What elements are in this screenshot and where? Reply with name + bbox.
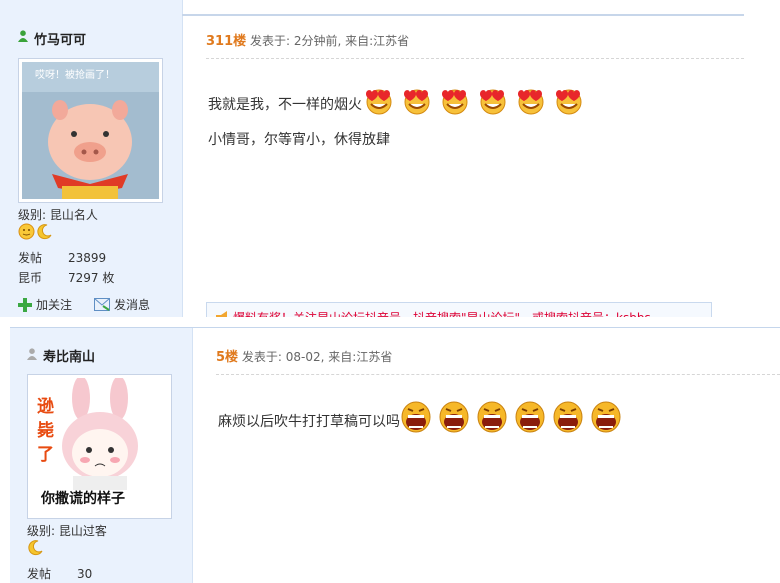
content-line-1: 我就是我，不一样的烟火 [208, 84, 590, 126]
level-label: 级别: [18, 208, 47, 222]
coins-count: 7297 枚 [68, 271, 115, 285]
posted-prefix: 发表于: [241, 350, 282, 364]
username[interactable]: 竹马可可 [34, 29, 86, 48]
love-heart-face-icon [362, 84, 394, 126]
floor-number[interactable]: 311楼 [206, 34, 246, 49]
avatar-pig-image [22, 62, 159, 199]
svg-text:毙: 毙 [37, 420, 54, 441]
posts-label: 发帖 [27, 567, 52, 581]
love-heart-face-icon [400, 84, 432, 126]
from-value: 江苏省 [356, 350, 393, 364]
megaphone-icon [216, 311, 227, 317]
moon-rank-icon [28, 540, 43, 556]
from-value: 江苏省 [373, 34, 410, 48]
love-heart-face-icon [514, 84, 546, 126]
rank-icons [18, 223, 53, 240]
post-top-border [182, 14, 744, 16]
svg-text:了: 了 [37, 445, 54, 465]
avatar-caption: 你撒谎的样子 [41, 491, 125, 507]
content-text: 我就是我，不一样的烟火 [208, 97, 362, 113]
level-value: 昆山名人 [49, 208, 98, 222]
level-label: 级别: [27, 524, 56, 538]
love-heart-face-icon [476, 84, 508, 126]
send-message-button[interactable]: 发消息 [94, 296, 150, 313]
rank-icons [27, 539, 44, 560]
follow-label: 加关注 [36, 298, 73, 312]
envelope-icon [94, 298, 110, 311]
shouting-face-icon [590, 400, 622, 444]
shouting-face-icon [438, 400, 470, 444]
moon-rank-icon [37, 224, 52, 240]
username[interactable]: 寿比南山 [43, 346, 95, 365]
user-online-icon [18, 30, 28, 42]
divider [206, 58, 744, 59]
sun-rank-icon [18, 223, 35, 240]
follow-button[interactable]: 加关注 [18, 296, 72, 313]
user-offline-icon [27, 348, 37, 360]
emoticon-row [400, 401, 628, 433]
posts-count: 23899 [68, 251, 107, 265]
posted-time: 2分钟前 [293, 34, 338, 48]
posts-count: 30 [77, 567, 93, 581]
shouting-face-icon [400, 400, 432, 444]
avatar-caption: 哎呀！被抢画了！ [35, 70, 115, 81]
post-content: 我就是我，不一样的烟火 小情哥，尔等宵小，休得放肆 [208, 84, 590, 154]
divider [216, 374, 780, 375]
ad-text: 爆料有奖！关注昆山论坛抖音号，抖音搜索"昆山论坛"，或搜索抖音号：ksbbs [233, 309, 651, 317]
post-5: 寿比南山 逊 毙 了 你撒谎的样子 级别: 昆山过客 发帖 30 5楼 发表于: … [10, 327, 780, 583]
from-label: , 来自: [320, 350, 357, 364]
posted-prefix: 发表于: [249, 34, 291, 48]
message-label: 发消息 [114, 298, 151, 312]
shouting-face-icon [476, 400, 508, 444]
love-heart-face-icon [552, 84, 584, 126]
level-value: 昆山过客 [58, 524, 107, 538]
floor-number[interactable]: 5楼 [216, 350, 238, 365]
post-content: 麻烦以后吹牛打打草稿可以吗 [218, 400, 628, 444]
shouting-face-icon [552, 400, 584, 444]
content-line-2: 小情哥，尔等宵小，休得放肆 [208, 132, 390, 148]
shouting-face-icon [514, 400, 546, 444]
ad-banner[interactable]: 爆料有奖！关注昆山论坛抖音号，抖音搜索"昆山论坛"，或搜索抖音号：ksbbs [206, 302, 712, 317]
coins-label: 昆币 [18, 271, 43, 285]
plus-icon [18, 297, 32, 312]
posted-time: 08-02 [285, 350, 321, 364]
content-line-1: 麻烦以后吹牛打打草稿可以吗 [218, 400, 628, 444]
post-311: 竹马可可 哎呀！被抢画了！ 级别: 昆山名人 发帖 23899 昆币 7297 枚 … [0, 0, 744, 317]
from-label: , 来自: [337, 34, 374, 48]
posts-label: 发帖 [18, 251, 43, 265]
content-text: 麻烦以后吹牛打打草稿可以吗 [218, 414, 400, 430]
love-heart-face-icon [438, 84, 470, 126]
avatar-caption-top: 逊 [37, 397, 54, 417]
emoticon-row [362, 89, 590, 115]
